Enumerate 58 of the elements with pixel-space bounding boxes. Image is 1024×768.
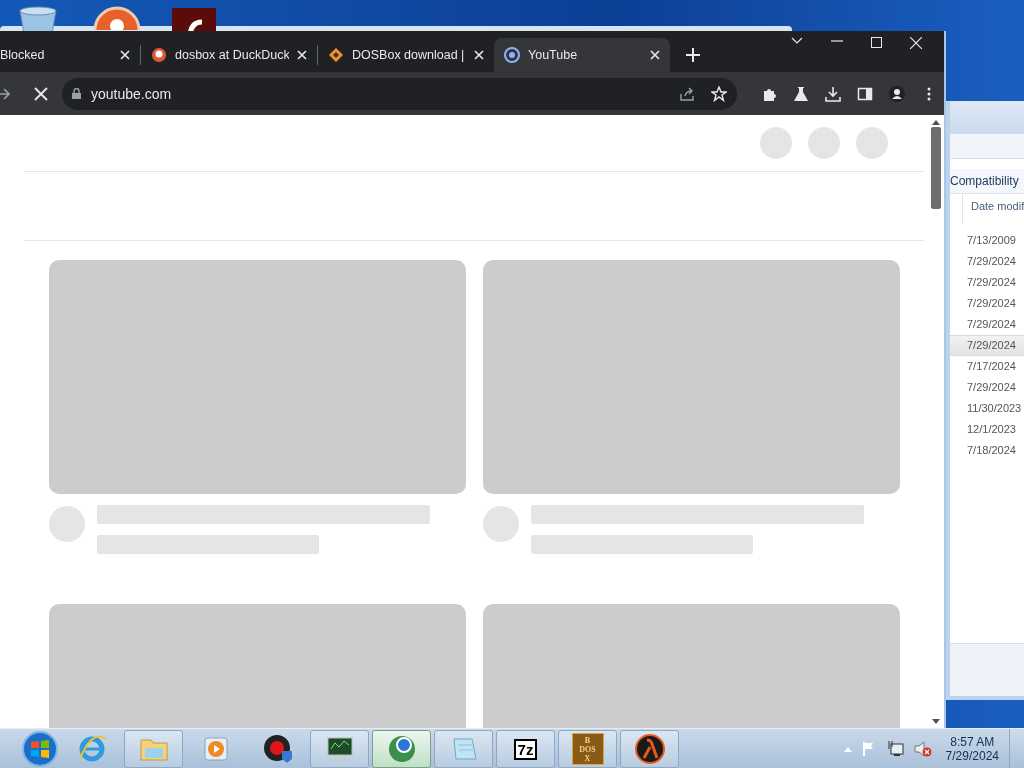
- date-cell[interactable]: 7/13/2009: [950, 230, 1024, 251]
- start-button[interactable]: [20, 731, 60, 767]
- browser-tab[interactable]: dosbox at DuckDuck: [141, 38, 317, 72]
- dosbox-icon: B DOS X: [571, 733, 604, 765]
- close-icon[interactable]: [120, 50, 130, 60]
- scroll-down-icon[interactable]: [932, 719, 940, 725]
- date-cell[interactable]: 7/29/2024: [950, 314, 1024, 335]
- favicon-icon: [504, 47, 520, 63]
- placeholder-circle: [856, 127, 888, 159]
- taskbar-button[interactable]: [620, 730, 679, 768]
- speaker-muted-icon[interactable]: [913, 741, 932, 757]
- placeholder-circle: [808, 127, 840, 159]
- clock[interactable]: 8:57 AM 7/29/2024: [945, 735, 999, 763]
- toolbar-button[interactable]: Compatibility: [950, 169, 1024, 194]
- new-tab-icon[interactable]: [686, 48, 700, 62]
- date-cell[interactable]: 7/29/2024: [950, 293, 1024, 314]
- browser-tab[interactable]: Blocked: [0, 38, 140, 72]
- date-cell[interactable]: 7/29/2024: [950, 272, 1024, 293]
- forward-icon[interactable]: [0, 86, 10, 101]
- close-icon[interactable]: [650, 50, 660, 60]
- share-icon[interactable]: [679, 85, 695, 102]
- network-icon[interactable]: [887, 741, 904, 757]
- side-panel-icon[interactable]: [857, 85, 873, 102]
- taskbar-button[interactable]: B DOS X: [558, 730, 617, 768]
- date-cell[interactable]: 7/29/2024: [950, 377, 1024, 398]
- maximize-icon[interactable]: [871, 37, 882, 48]
- star-icon[interactable]: [711, 85, 727, 102]
- date-cell[interactable]: 7/17/2024: [950, 356, 1024, 377]
- taskbar-button[interactable]: 7z: [496, 730, 555, 768]
- column-header[interactable]: Date modif: [962, 194, 1024, 224]
- date-cell[interactable]: 11/30/2023: [950, 398, 1024, 419]
- close-icon[interactable]: [297, 50, 307, 60]
- close-icon[interactable]: [910, 37, 922, 49]
- date-cell[interactable]: 12/1/2023: [950, 419, 1024, 440]
- close-icon[interactable]: [474, 50, 484, 60]
- date-cell[interactable]: 7/18/2024: [950, 440, 1024, 461]
- date-cell[interactable]: 7/29/2024: [950, 251, 1024, 272]
- profile-icon[interactable]: [889, 85, 905, 102]
- favicon-icon: [151, 47, 167, 63]
- minimize-icon[interactable]: [831, 37, 843, 45]
- security-icon: [261, 733, 294, 765]
- taskbar-button[interactable]: [310, 730, 369, 768]
- favicon-icon: [328, 47, 344, 63]
- scrollbar-thumb[interactable]: [931, 127, 941, 209]
- date-cell[interactable]: 7/29/2024: [950, 335, 1024, 356]
- download-icon[interactable]: [825, 85, 841, 102]
- placeholder-circle: [760, 127, 792, 159]
- browser-tab[interactable]: DOSBox download |: [318, 38, 494, 72]
- avatar-placeholder: [49, 506, 85, 542]
- flask-icon[interactable]: [793, 85, 809, 102]
- lock-icon: [72, 88, 81, 99]
- chevron-down-icon[interactable]: [791, 37, 803, 45]
- avatar-placeholder: [483, 506, 519, 542]
- stop-icon[interactable]: [34, 86, 48, 101]
- scroll-up-icon[interactable]: [932, 119, 940, 125]
- lambda-icon: [633, 733, 666, 765]
- address-bar[interactable]: youtube.com: [62, 77, 737, 110]
- browser-tab[interactable]: YouTube: [494, 38, 670, 72]
